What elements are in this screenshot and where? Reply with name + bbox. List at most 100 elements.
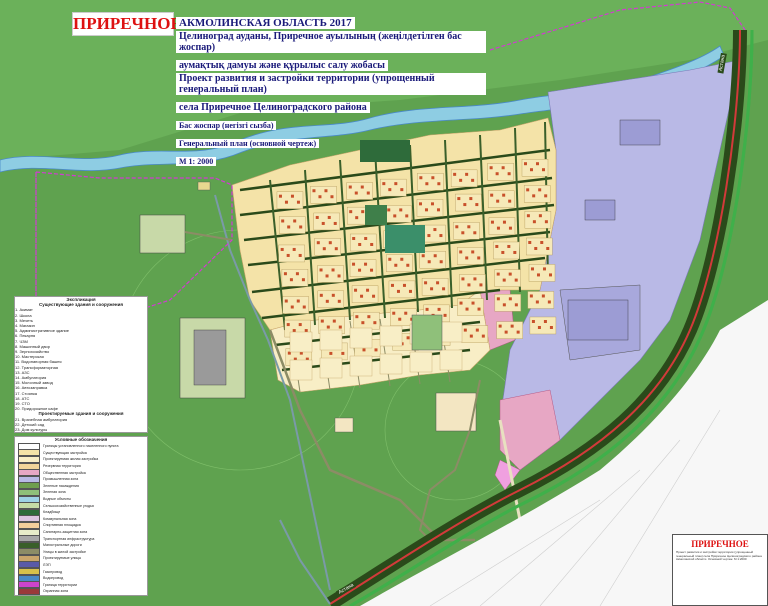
house bbox=[316, 241, 320, 245]
house bbox=[442, 287, 446, 291]
park-square bbox=[385, 225, 425, 253]
house bbox=[394, 263, 398, 267]
house bbox=[471, 301, 475, 305]
house bbox=[459, 250, 463, 254]
house bbox=[354, 288, 358, 292]
house-block bbox=[453, 222, 480, 240]
house bbox=[382, 182, 386, 186]
house bbox=[298, 323, 302, 327]
house bbox=[289, 278, 293, 282]
explication-item: 24. Очистные ДОКО bbox=[15, 432, 147, 433]
house bbox=[299, 225, 303, 229]
house-block bbox=[278, 216, 306, 234]
legend-list: Границы установленного населенного пункт… bbox=[15, 442, 147, 595]
house bbox=[496, 297, 500, 301]
house bbox=[523, 162, 527, 166]
house bbox=[536, 273, 540, 277]
house-block bbox=[282, 296, 309, 314]
house bbox=[400, 257, 404, 261]
house bbox=[548, 273, 552, 277]
house bbox=[281, 219, 285, 223]
legend-label: Границы установленного населенного пункт… bbox=[43, 444, 119, 449]
house bbox=[427, 234, 431, 238]
house bbox=[284, 299, 288, 303]
house bbox=[370, 268, 374, 272]
house bbox=[469, 197, 473, 201]
house bbox=[427, 260, 431, 264]
house bbox=[546, 246, 550, 250]
projected-buildings-list: 21. Врачебная амбулатория 22. Детский сад… bbox=[15, 417, 147, 433]
legend-label: Коммунальная зона bbox=[43, 516, 77, 521]
house bbox=[425, 307, 429, 311]
legend-label: Магистральные дороги bbox=[43, 543, 82, 548]
house bbox=[528, 240, 532, 244]
house bbox=[290, 194, 294, 198]
house bbox=[508, 226, 512, 230]
house bbox=[319, 268, 323, 272]
house bbox=[286, 253, 290, 257]
house bbox=[341, 351, 345, 355]
house bbox=[358, 242, 362, 246]
house bbox=[331, 293, 335, 297]
house bbox=[292, 329, 296, 333]
house bbox=[367, 315, 371, 319]
house bbox=[538, 188, 542, 192]
house bbox=[408, 289, 412, 293]
house bbox=[333, 221, 337, 225]
house bbox=[421, 254, 425, 258]
house bbox=[284, 200, 288, 204]
house-block bbox=[457, 247, 484, 265]
house bbox=[516, 330, 520, 334]
house bbox=[439, 260, 443, 264]
legend-label: Зеленые насаждения bbox=[43, 483, 79, 488]
industrial-building bbox=[584, 199, 616, 221]
house bbox=[328, 241, 332, 245]
house bbox=[372, 294, 376, 298]
existing-buildings-list: 1. Акимат 2. Школа 3. Мечеть 4. Магазин 5. А… bbox=[15, 307, 147, 411]
house bbox=[296, 200, 300, 204]
house bbox=[495, 172, 499, 176]
house bbox=[419, 176, 423, 180]
west-farm-building bbox=[193, 329, 227, 386]
legend-swatch bbox=[18, 587, 40, 595]
house-block bbox=[524, 211, 552, 229]
house bbox=[507, 244, 511, 248]
house bbox=[549, 325, 553, 329]
kaz-subtitle: Бас жоспар (негізгі сызба) bbox=[176, 121, 277, 130]
house bbox=[361, 321, 365, 325]
house bbox=[510, 324, 514, 328]
house bbox=[354, 191, 358, 195]
house bbox=[370, 242, 374, 246]
house-block bbox=[349, 233, 377, 252]
house bbox=[388, 188, 392, 192]
map-scale: М 1: 2000 bbox=[176, 157, 217, 166]
house-block bbox=[353, 311, 380, 330]
house bbox=[337, 274, 341, 278]
house bbox=[502, 303, 506, 307]
house bbox=[330, 195, 334, 199]
legend-label: Газопровод bbox=[43, 569, 63, 574]
house bbox=[537, 325, 541, 329]
house-block bbox=[526, 237, 553, 256]
house bbox=[290, 305, 294, 309]
legend-label: Проектируемые улицы bbox=[43, 556, 82, 561]
house bbox=[475, 203, 479, 207]
house-block bbox=[461, 325, 489, 343]
house bbox=[501, 250, 505, 254]
house-block bbox=[439, 349, 463, 371]
house bbox=[457, 197, 461, 201]
house bbox=[364, 262, 368, 266]
house-block bbox=[379, 353, 403, 375]
house bbox=[349, 210, 353, 214]
house-block bbox=[379, 325, 403, 347]
house bbox=[465, 307, 469, 311]
house bbox=[418, 202, 422, 206]
house bbox=[473, 231, 477, 235]
legend-label: Резервная территория bbox=[43, 464, 81, 469]
house bbox=[490, 193, 494, 197]
house bbox=[490, 220, 494, 224]
house bbox=[463, 203, 467, 207]
house bbox=[532, 220, 536, 224]
house bbox=[433, 228, 437, 232]
house bbox=[360, 185, 364, 189]
